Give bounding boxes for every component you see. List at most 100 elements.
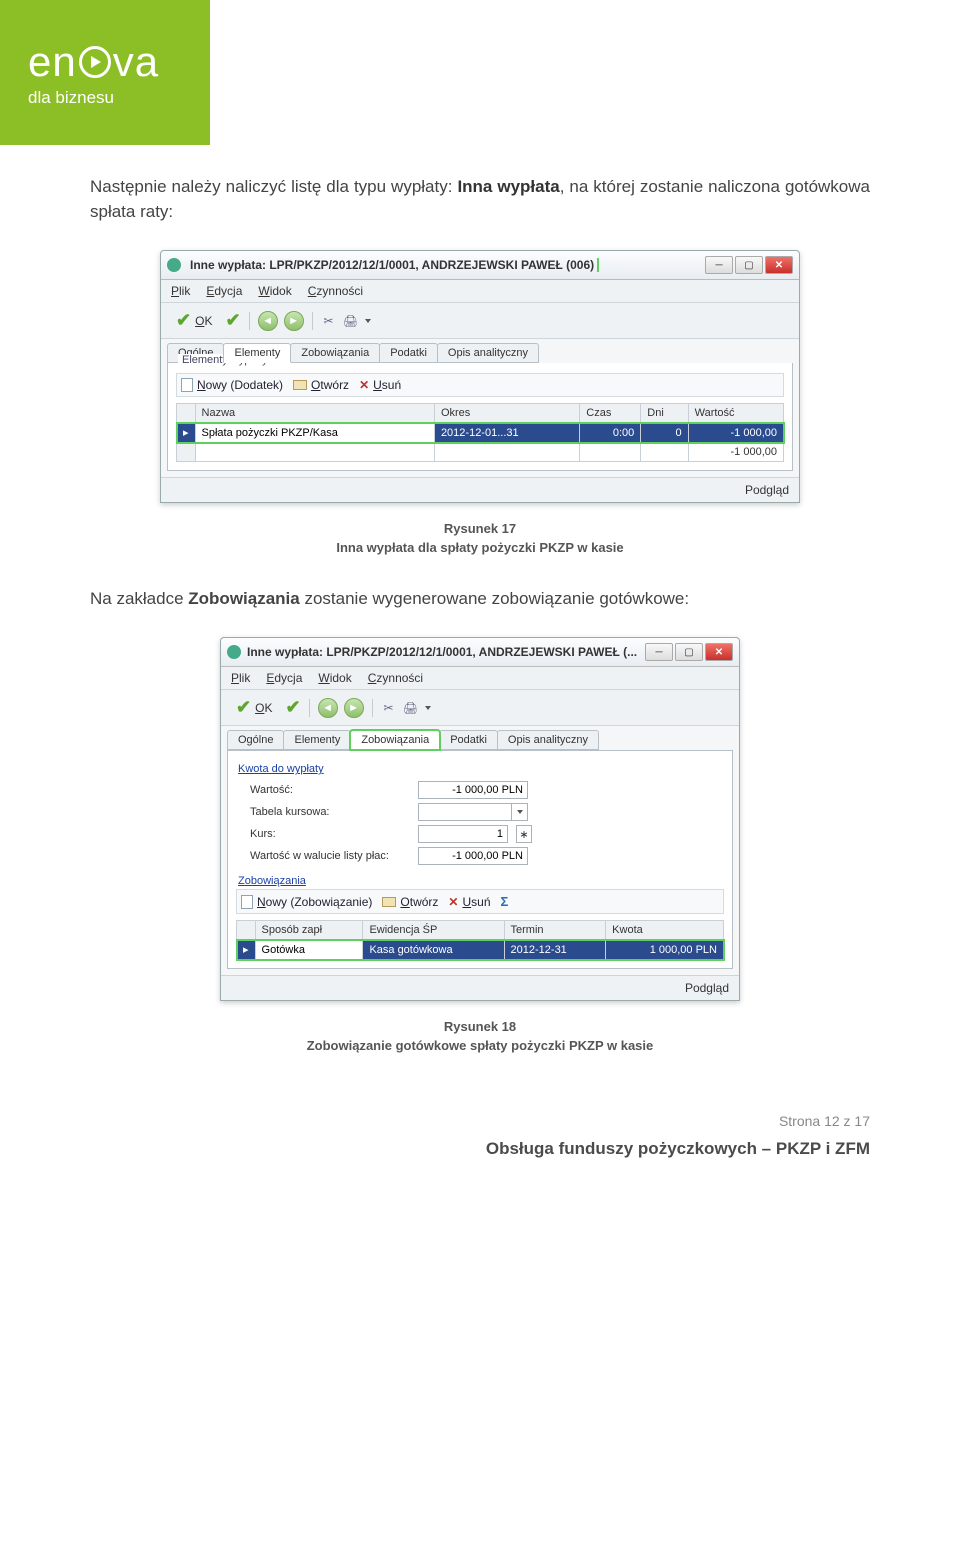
col-sposob[interactable]: Sposób zapł bbox=[255, 921, 363, 940]
menu-czynnosci[interactable]: Czynności bbox=[368, 671, 423, 685]
col-termin[interactable]: Termin bbox=[504, 921, 606, 940]
maximize-button[interactable]: ▢ bbox=[675, 643, 703, 661]
table-row[interactable]: ▸ Spłata pożyczki PKZP/Kasa 2012-12-01..… bbox=[177, 423, 784, 443]
menu-widok[interactable]: Widok bbox=[258, 284, 291, 298]
statusbar: Podgląd bbox=[161, 477, 799, 502]
tab-ogolne[interactable]: Ogólne bbox=[227, 730, 284, 750]
menubar: Plik Edycja Widok Czynności bbox=[161, 280, 799, 303]
tab-zobowiazania[interactable]: Zobowiązania bbox=[350, 730, 440, 750]
tools-icon[interactable]: ✂ bbox=[321, 313, 337, 329]
menu-edycja[interactable]: Edycja bbox=[266, 671, 302, 685]
tab-opis-analityczny[interactable]: Opis analityczny bbox=[497, 730, 599, 750]
table-row[interactable]: ▸ Gotówka Kasa gotówkowa 2012-12-31 1 00… bbox=[237, 940, 724, 960]
document-icon bbox=[181, 378, 193, 392]
sum-value: -1 000,00 bbox=[688, 443, 783, 462]
otworz-button[interactable]: Otwórz bbox=[293, 378, 349, 392]
grid-zobowiazania: Sposób zapł Ewidencja ŚP Termin Kwota ▸ … bbox=[236, 920, 724, 960]
label-tabela: Tabela kursowa: bbox=[250, 806, 410, 818]
col-kwota[interactable]: Kwota bbox=[606, 921, 724, 940]
tab-podatki[interactable]: Podatki bbox=[439, 730, 498, 750]
status-podglad[interactable]: Podgląd bbox=[745, 483, 789, 497]
dropdown-icon[interactable] bbox=[425, 706, 431, 710]
col-okres[interactable]: Okres bbox=[434, 404, 579, 423]
page-number: Strona 12 z 17 bbox=[90, 1113, 870, 1129]
nav-back-button[interactable]: ◄ bbox=[258, 311, 278, 331]
paragraph-1: Następnie należy naliczyć listę dla typu… bbox=[90, 175, 870, 224]
nowy-button[interactable]: Nowy (Dodatek) bbox=[181, 378, 283, 392]
cell-okres: 2012-12-01...31 bbox=[434, 423, 579, 443]
col-dni[interactable]: Dni bbox=[641, 404, 688, 423]
col-czas[interactable]: Czas bbox=[580, 404, 641, 423]
combo-tabela-kursowa[interactable] bbox=[418, 803, 528, 821]
tab-elementy[interactable]: Elementy bbox=[223, 343, 291, 363]
menubar: Plik Edycja Widok Czynności bbox=[221, 667, 739, 690]
print-icon[interactable]: 🖨 bbox=[343, 313, 359, 329]
tab-elementy[interactable]: Elementy bbox=[283, 730, 351, 750]
figure-caption-1a: Rysunek 17 bbox=[90, 521, 870, 536]
check-icon[interactable]: ✔ bbox=[285, 697, 300, 718]
nav-forward-button[interactable]: ► bbox=[344, 698, 364, 718]
row-wartosc: Wartość: bbox=[250, 781, 724, 799]
usun-button[interactable]: ✕Usuń bbox=[359, 378, 401, 392]
titlebar: Inne wypłata: LPR/PKZP/2012/12/1/0001, A… bbox=[161, 251, 799, 280]
print-icon[interactable]: 🖨 bbox=[403, 700, 419, 716]
tools-icon[interactable]: ✂ bbox=[381, 700, 397, 716]
nav-forward-button[interactable]: ► bbox=[284, 311, 304, 331]
ok-button[interactable]: ✔OK bbox=[169, 307, 219, 334]
row-wartosc-walucie: Wartość w walucie listy płac: bbox=[250, 847, 724, 865]
status-podglad[interactable]: Podgląd bbox=[685, 981, 729, 995]
label-wwlp: Wartość w walucie listy płac: bbox=[250, 850, 410, 862]
tab-zobowiazania[interactable]: Zobowiązania bbox=[290, 343, 380, 363]
row-handle: ▸ bbox=[177, 423, 196, 443]
otworz-button[interactable]: Otwórz bbox=[382, 895, 438, 909]
menu-widok[interactable]: Widok bbox=[318, 671, 351, 685]
menu-plik[interactable]: Plik bbox=[171, 284, 190, 298]
chevron-down-icon bbox=[511, 804, 527, 820]
menu-edycja[interactable]: Edycja bbox=[206, 284, 242, 298]
section-zobowiazania[interactable]: Zobowiązania bbox=[238, 875, 306, 887]
minimize-button[interactable]: ─ bbox=[645, 643, 673, 661]
tab-opis-analityczny[interactable]: Opis analityczny bbox=[437, 343, 539, 363]
ok-button[interactable]: ✔OK bbox=[229, 694, 279, 721]
col-wartosc[interactable]: Wartość bbox=[688, 404, 783, 423]
logo-post: va bbox=[113, 38, 159, 86]
cell-termin: 2012-12-31 bbox=[504, 940, 606, 960]
input-wartosc[interactable] bbox=[418, 781, 528, 799]
tab-podatki[interactable]: Podatki bbox=[379, 343, 438, 363]
section-kwota-do-wyplaty[interactable]: Kwota do wypłaty bbox=[238, 763, 324, 775]
label-kurs: Kurs: bbox=[250, 828, 410, 840]
menu-plik[interactable]: Plik bbox=[231, 671, 250, 685]
maximize-button[interactable]: ▢ bbox=[735, 256, 763, 274]
document-title: Obsługa funduszy pożyczkowych – PKZP i Z… bbox=[90, 1139, 870, 1159]
window-inne-wyplata-elementy: Inne wypłata: LPR/PKZP/2012/12/1/0001, A… bbox=[160, 250, 800, 503]
brand-logo: en va dla biznesu bbox=[0, 0, 210, 145]
kurs-spin-button[interactable]: ∗ bbox=[516, 825, 532, 843]
col-ewidencja[interactable]: Ewidencja ŚP bbox=[363, 921, 504, 940]
delete-icon: ✕ bbox=[448, 895, 458, 909]
folder-open-icon bbox=[293, 380, 307, 390]
input-kurs[interactable] bbox=[418, 825, 508, 843]
window-inne-wyplata-zobowiazania: Inne wypłata: LPR/PKZP/2012/12/1/0001, A… bbox=[220, 637, 740, 1001]
cell-dni: 0 bbox=[641, 423, 688, 443]
col-nazwa[interactable]: Nazwa bbox=[195, 404, 434, 423]
nav-back-button[interactable]: ◄ bbox=[318, 698, 338, 718]
dropdown-icon[interactable] bbox=[365, 319, 371, 323]
sum-button[interactable]: Σ bbox=[501, 894, 509, 909]
nowy-button[interactable]: Nowy (Zobowiązanie) bbox=[241, 895, 372, 909]
input-wwlp[interactable] bbox=[418, 847, 528, 865]
logo-pre: en bbox=[28, 38, 77, 86]
minimize-button[interactable]: ─ bbox=[705, 256, 733, 274]
close-button[interactable]: ✕ bbox=[765, 256, 793, 274]
window-title: Inne wypłata: LPR/PKZP/2012/12/1/0001, A… bbox=[187, 258, 597, 272]
cell-sposob: Gotówka bbox=[255, 940, 363, 960]
paragraph-2: Na zakładce Zobowiązania zostanie wygene… bbox=[90, 589, 870, 609]
delete-icon: ✕ bbox=[359, 378, 369, 392]
panel-toolbar: Nowy (Zobowiązanie) Otwórz ✕Usuń Σ bbox=[236, 889, 724, 914]
close-button[interactable]: ✕ bbox=[705, 643, 733, 661]
check-icon[interactable]: ✔ bbox=[225, 310, 240, 331]
usun-button[interactable]: ✕Usuń bbox=[448, 895, 490, 909]
tabs: Ogólne Elementy Zobowiązania Podatki Opi… bbox=[221, 726, 739, 750]
cell-wartosc: -1 000,00 bbox=[688, 423, 783, 443]
label-wartosc: Wartość: bbox=[250, 784, 410, 796]
menu-czynnosci[interactable]: Czynności bbox=[308, 284, 363, 298]
